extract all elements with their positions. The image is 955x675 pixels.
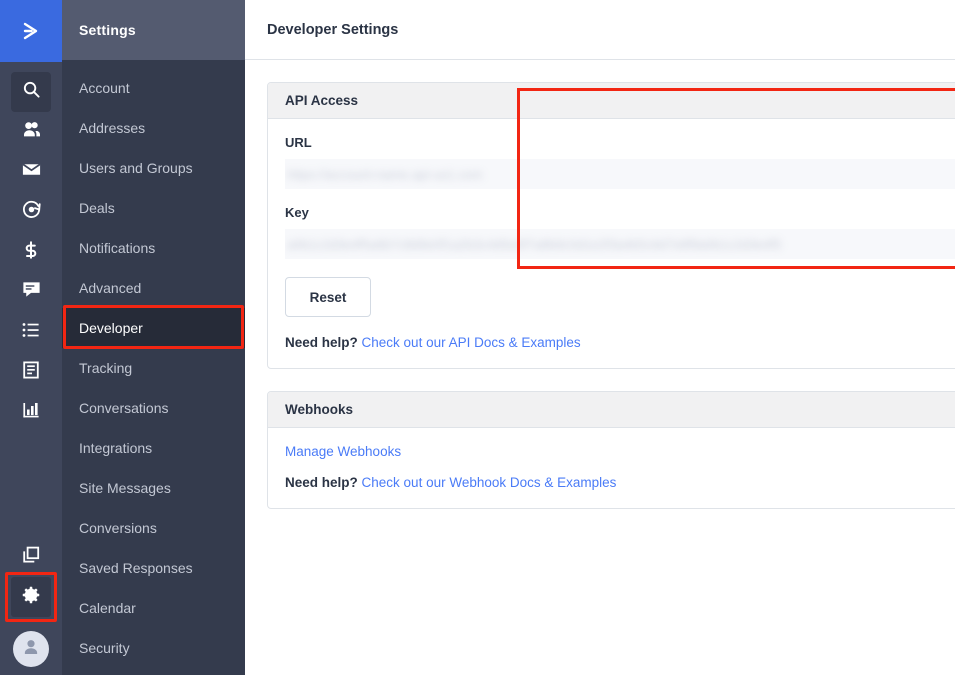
- sidebar-item-label: Users and Groups: [79, 160, 193, 176]
- sidebar-item-label: Tracking: [79, 360, 133, 376]
- sidebar-item-advanced[interactable]: Advanced: [62, 268, 245, 308]
- sidebar-item-tracking[interactable]: Tracking: [62, 348, 245, 388]
- api-access-body: URL https://account-name.api-us1.com Key…: [268, 119, 955, 368]
- page-title: Developer Settings: [267, 21, 399, 38]
- sidebar-item-conversations[interactable]: Conversations: [62, 388, 245, 428]
- sidebar-item-label: Account: [79, 80, 130, 96]
- sidebar-item-integrations[interactable]: Integrations: [62, 428, 245, 468]
- settings-nav-title: Settings: [62, 0, 245, 60]
- webhooks-help-prefix: Need help?: [285, 475, 358, 490]
- sidebar-item-deals[interactable]: Deals: [62, 188, 245, 228]
- app-logo[interactable]: [0, 0, 62, 62]
- search-icon: [22, 80, 41, 104]
- rail-item-deals[interactable]: [11, 232, 51, 272]
- api-key-value-text: a0b1c2d3e4f5a6b7c8d9e0f1a2b3c4d5e6f7a8b9…: [287, 236, 782, 252]
- webhooks-heading: Webhooks: [268, 392, 955, 428]
- sidebar-item-conversions[interactable]: Conversions: [62, 508, 245, 548]
- sidebar-item-users-and-groups[interactable]: Users and Groups: [62, 148, 245, 188]
- sidebar-item-developer[interactable]: Developer: [62, 305, 245, 349]
- sidebar-item-label: Notifications: [79, 240, 156, 256]
- sidebar-item-label: Developer: [79, 320, 143, 336]
- api-help-prefix: Need help?: [285, 335, 358, 350]
- main-header: Developer Settings: [245, 0, 955, 60]
- automations-icon: [21, 199, 42, 225]
- rail-item-conversations[interactable]: [11, 272, 51, 312]
- rail-item-lists[interactable]: [11, 312, 51, 352]
- api-url-label: URL: [285, 135, 312, 150]
- sidebar-item-label: Calendar: [79, 600, 136, 616]
- webhooks-body: Manage Webhooks Need help? Check out our…: [268, 428, 955, 508]
- sidebar-item-label: Integrations: [79, 440, 153, 456]
- chevron-right-logo-icon: [17, 17, 45, 45]
- apps-stack-icon: [21, 545, 41, 570]
- api-access-panel: API Access URL https://account-name.api-…: [267, 82, 955, 369]
- reset-button[interactable]: Reset: [285, 277, 371, 317]
- webhooks-help-line: Need help? Check out our Webhook Docs & …: [285, 475, 955, 490]
- rail-item-forms[interactable]: [11, 352, 51, 392]
- app-root: Settings Account Addresses Users and Group…: [0, 0, 955, 675]
- api-access-heading: API Access: [268, 83, 955, 119]
- api-docs-link[interactable]: Check out our API Docs & Examples: [362, 335, 581, 350]
- api-url-value[interactable]: https://account-name.api-us1.com: [285, 159, 955, 189]
- forms-icon: [21, 360, 41, 385]
- sidebar-item-saved-responses[interactable]: Saved Responses: [62, 548, 245, 588]
- rail-item-contacts[interactable]: [11, 112, 51, 152]
- main-body: API Access URL https://account-name.api-…: [245, 60, 955, 509]
- sidebar-item-notifications[interactable]: Notifications: [62, 228, 245, 268]
- campaigns-mail-icon: [21, 159, 42, 185]
- api-key-value[interactable]: a0b1c2d3e4f5a6b7c8d9e0f1a2b3c4d5e6f7a8b9…: [285, 229, 955, 259]
- user-avatar-icon: [20, 636, 42, 663]
- gear-icon: [20, 584, 42, 611]
- reports-bar-icon: [21, 400, 41, 425]
- settings-nav-list: Account Addresses Users and Groups Deals Not…: [62, 60, 245, 668]
- sidebar-item-security[interactable]: Security: [62, 628, 245, 668]
- api-url-value-text: https://account-name.api-us1.com: [287, 166, 483, 182]
- webhook-docs-link[interactable]: Check out our Webhook Docs & Examples: [362, 475, 617, 490]
- sidebar-item-label: Deals: [79, 200, 115, 216]
- lists-icon: [21, 320, 41, 345]
- rail-icon-list: [11, 62, 51, 432]
- rail-item-search[interactable]: [11, 72, 51, 112]
- manage-webhooks-link[interactable]: Manage Webhooks: [285, 444, 955, 459]
- contacts-icon: [21, 120, 41, 145]
- sidebar-item-label: Conversions: [79, 520, 157, 536]
- sidebar-item-calendar[interactable]: Calendar: [62, 588, 245, 628]
- settings-nav: Settings Account Addresses Users and Group…: [62, 0, 245, 675]
- webhooks-panel: Webhooks Manage Webhooks Need help? Chec…: [267, 391, 955, 509]
- sidebar-item-label: Security: [79, 640, 130, 656]
- icon-rail: [0, 0, 62, 675]
- rail-item-automations[interactable]: [11, 192, 51, 232]
- sidebar-item-label: Addresses: [79, 120, 146, 136]
- sidebar-item-label: Advanced: [79, 280, 142, 296]
- rail-item-apps[interactable]: [11, 537, 51, 577]
- conversations-icon: [21, 279, 42, 305]
- deals-dollar-icon: [21, 240, 41, 265]
- rail-item-campaigns[interactable]: [11, 152, 51, 192]
- avatar[interactable]: [13, 631, 49, 667]
- sidebar-item-site-messages[interactable]: Site Messages: [62, 468, 245, 508]
- main-content: Developer Settings API Access URL https:…: [245, 0, 955, 675]
- sidebar-item-account[interactable]: Account: [62, 68, 245, 108]
- rail-item-reports[interactable]: [11, 392, 51, 432]
- rail-item-settings[interactable]: [5, 572, 57, 622]
- api-help-line: Need help? Check out our API Docs & Exam…: [285, 335, 955, 350]
- api-key-label: Key: [285, 205, 309, 220]
- sidebar-item-label: Conversations: [79, 400, 169, 416]
- rail-bottom-group: [0, 537, 62, 675]
- sidebar-item-addresses[interactable]: Addresses: [62, 108, 245, 148]
- sidebar-item-label: Saved Responses: [79, 560, 193, 576]
- sidebar-item-label: Site Messages: [79, 480, 171, 496]
